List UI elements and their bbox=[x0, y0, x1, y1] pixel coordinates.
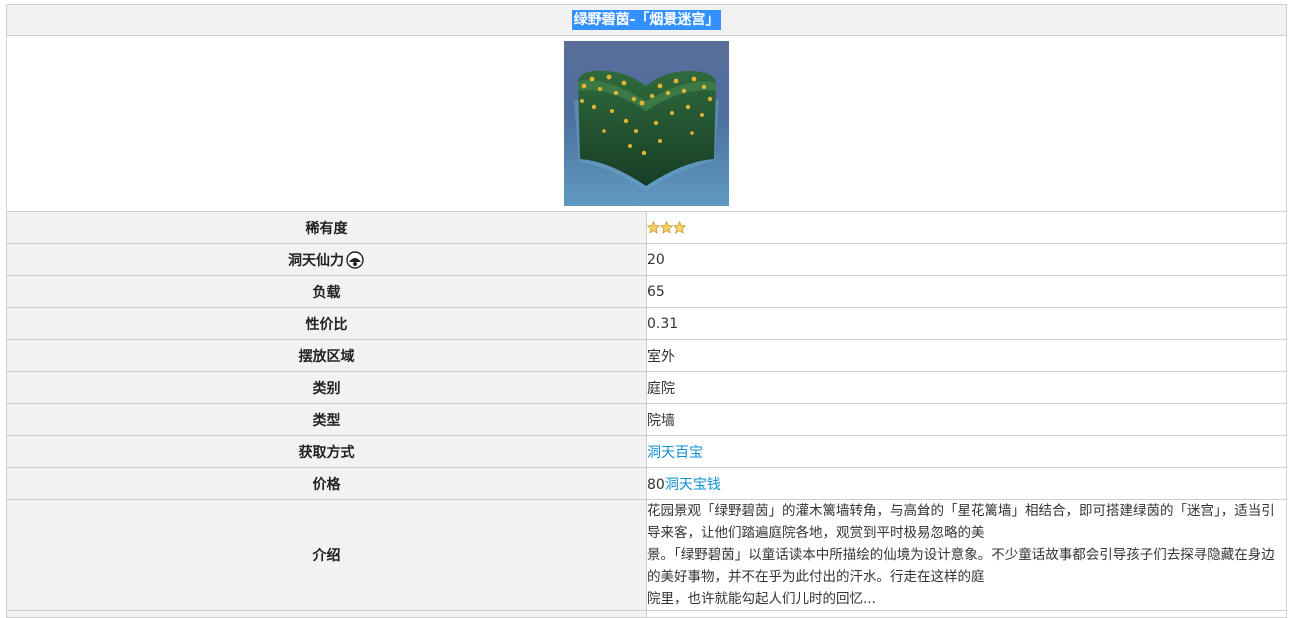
label-adeptal-energy: 洞天仙力 bbox=[6, 243, 647, 276]
value-price: 80洞天宝钱 bbox=[646, 467, 1287, 500]
value-adeptal-energy: 20 bbox=[646, 243, 1287, 276]
label-adeptal-energy-text: 洞天仙力 bbox=[288, 252, 344, 269]
furnishing-title: 绿野碧茵-「烟景迷宫」 bbox=[571, 10, 722, 30]
label-cost-ratio: 性价比 bbox=[6, 307, 647, 340]
furnishing-info-table: 绿野碧茵-「烟景迷宫」 稀有度 洞天仙力 20 负载 65 性价比 0.31 摆… bbox=[6, 4, 1287, 618]
source-link[interactable]: 洞天百宝 bbox=[647, 445, 703, 461]
value-category: 庭院 bbox=[646, 371, 1287, 404]
label-rarity: 稀有度 bbox=[6, 211, 647, 244]
intro-line-3: 院里，也许就能勾起人们儿时的回忆... bbox=[647, 591, 876, 607]
image-cell bbox=[6, 35, 1287, 212]
star-icon bbox=[673, 221, 686, 234]
title-cell: 绿野碧茵-「烟景迷宫」 bbox=[6, 4, 1287, 36]
value-partial bbox=[646, 610, 1287, 618]
label-load: 负载 bbox=[6, 275, 647, 308]
row-load: 负载 65 bbox=[6, 275, 1287, 308]
star-icon bbox=[647, 221, 660, 234]
label-source: 获取方式 bbox=[6, 435, 647, 468]
row-adeptal-energy: 洞天仙力 20 bbox=[6, 243, 1287, 276]
row-rarity: 稀有度 bbox=[6, 211, 1287, 244]
rarity-stars bbox=[647, 221, 686, 234]
value-rarity bbox=[646, 211, 1287, 244]
value-intro: 花园景观「绿野碧茵」的灌木篱墙转角，与高耸的「星花篱墙」相结合，即可搭建绿茵的「… bbox=[646, 499, 1287, 611]
currency-link[interactable]: 洞天宝钱 bbox=[665, 477, 721, 493]
adeptal-energy-icon bbox=[345, 250, 365, 269]
row-partial bbox=[6, 610, 1287, 618]
row-source: 获取方式 洞天百宝 bbox=[6, 435, 1287, 468]
intro-line-1: 花园景观「绿野碧茵」的灌木篱墙转角，与高耸的「星花篱墙」相结合，即可搭建绿茵的「… bbox=[647, 503, 1275, 541]
value-source: 洞天百宝 bbox=[646, 435, 1287, 468]
row-intro: 介绍 花园景观「绿野碧茵」的灌木篱墙转角，与高耸的「星花篱墙」相结合，即可搭建绿… bbox=[6, 499, 1287, 611]
row-category: 类别 庭院 bbox=[6, 371, 1287, 404]
value-load: 65 bbox=[646, 275, 1287, 308]
row-type: 类型 院墙 bbox=[6, 403, 1287, 436]
intro-line-2: 景。「绿野碧茵」以童话读本中所描绘的仙境为设计意象。不少童话故事都会引导孩子们去… bbox=[647, 547, 1275, 585]
value-type: 院墙 bbox=[646, 403, 1287, 436]
row-cost-ratio: 性价比 0.31 bbox=[6, 307, 1287, 340]
label-category: 类别 bbox=[6, 371, 647, 404]
label-partial bbox=[6, 610, 647, 618]
label-price: 价格 bbox=[6, 467, 647, 500]
furnishing-image[interactable] bbox=[564, 41, 729, 206]
label-type: 类型 bbox=[6, 403, 647, 436]
value-placement: 室外 bbox=[646, 339, 1287, 372]
row-price: 价格 80洞天宝钱 bbox=[6, 467, 1287, 500]
value-cost-ratio: 0.31 bbox=[646, 307, 1287, 340]
label-placement: 摆放区域 bbox=[6, 339, 647, 372]
row-placement: 摆放区域 室外 bbox=[6, 339, 1287, 372]
price-amount: 80 bbox=[647, 476, 665, 493]
label-intro: 介绍 bbox=[6, 499, 647, 611]
star-icon bbox=[660, 221, 673, 234]
